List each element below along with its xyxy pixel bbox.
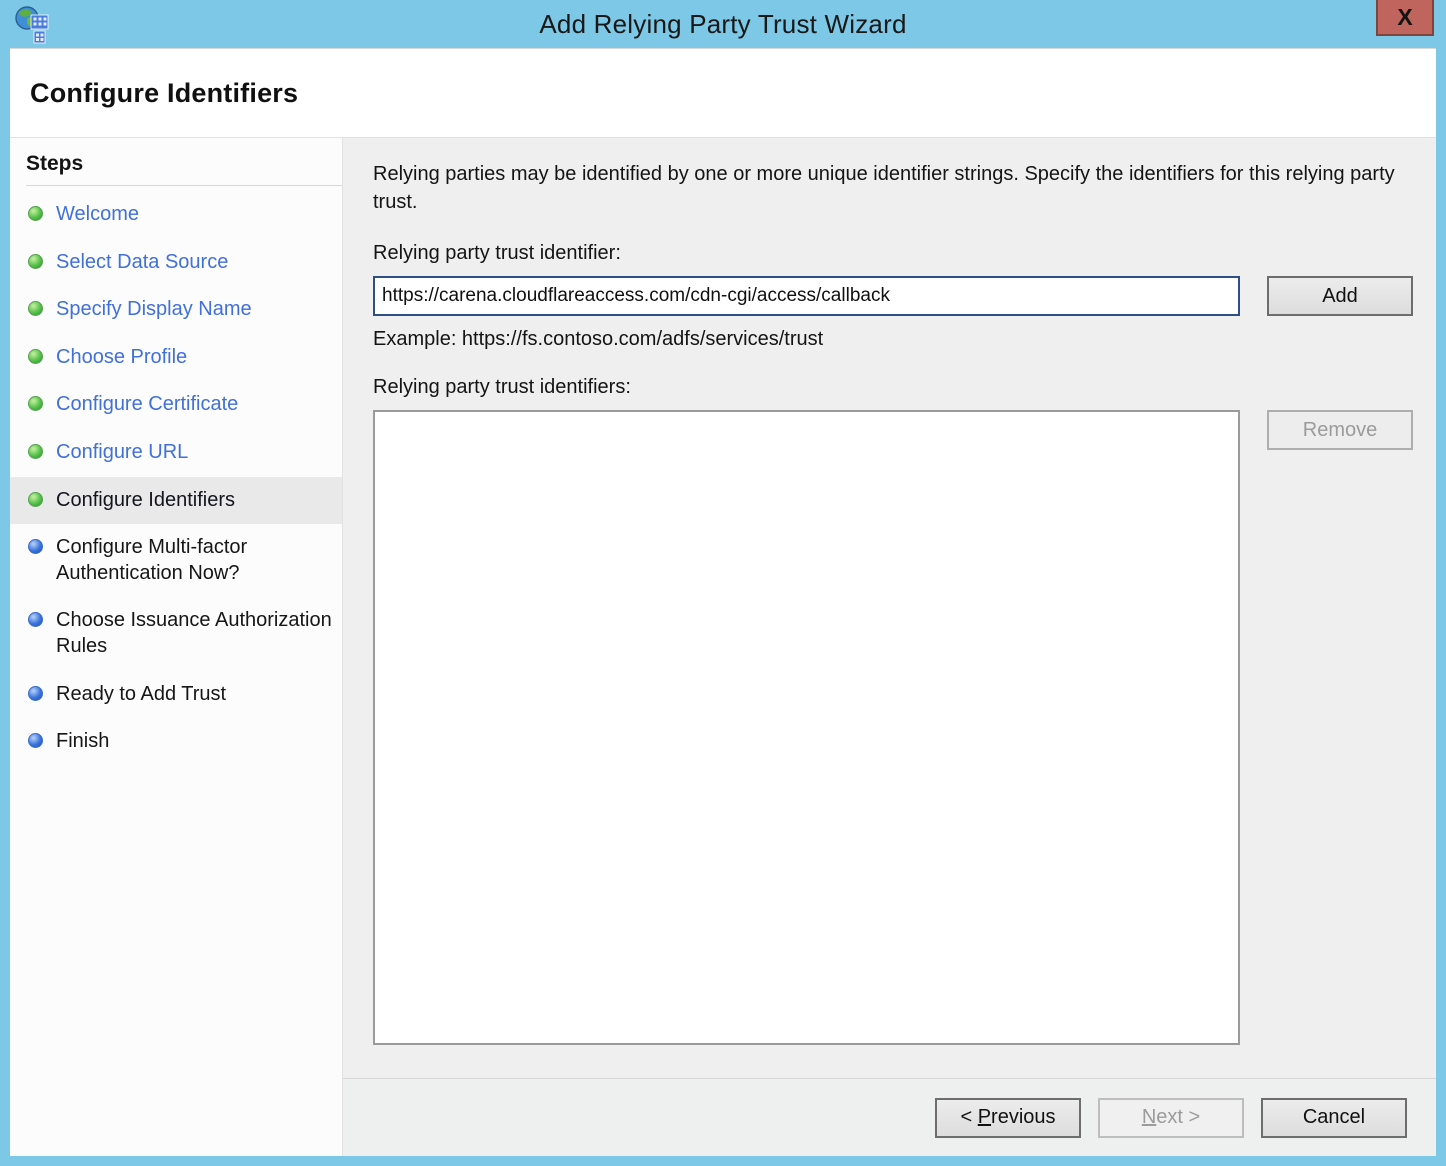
page-title: Configure Identifiers — [30, 78, 298, 109]
step-current-icon — [28, 492, 43, 507]
step-ready-to-add-trust: Ready to Add Trust — [10, 671, 342, 719]
steps-sidebar: Steps Welcome Select Data Source Specify… — [10, 138, 343, 1156]
step-done-icon — [28, 396, 43, 411]
step-configure-mfa: Configure Multi-factor Authentication No… — [10, 524, 342, 597]
step-specify-display-name[interactable]: Specify Display Name — [10, 286, 342, 334]
intro-text: Relying parties may be identified by one… — [373, 161, 1403, 216]
cancel-button[interactable]: Cancel — [1261, 1098, 1407, 1138]
page-header: Configure Identifiers — [10, 49, 1436, 138]
step-done-icon — [28, 301, 43, 316]
wizard-dialog: Configure Identifiers Steps Welcome Sele… — [10, 48, 1436, 1156]
step-choose-issuance-rules: Choose Issuance Authorization Rules — [10, 597, 342, 670]
step-welcome[interactable]: Welcome — [10, 191, 342, 239]
identifiers-listbox[interactable] — [373, 410, 1240, 1045]
configure-identifiers-panel: Relying parties may be identified by one… — [343, 138, 1436, 1078]
step-todo-icon — [28, 539, 43, 554]
step-done-icon — [28, 254, 43, 269]
step-done-icon — [28, 206, 43, 221]
step-configure-certificate[interactable]: Configure Certificate — [10, 381, 342, 429]
remove-button[interactable]: Remove — [1267, 410, 1413, 450]
wizard-footer: < Previous Next > Cancel — [343, 1078, 1436, 1156]
adfs-app-icon — [14, 6, 50, 44]
example-text: Example: https://fs.contoso.com/adfs/ser… — [373, 328, 1414, 351]
step-choose-profile[interactable]: Choose Profile — [10, 334, 342, 382]
step-configure-identifiers[interactable]: Configure Identifiers — [10, 477, 342, 525]
step-select-data-source[interactable]: Select Data Source — [10, 239, 342, 287]
step-todo-icon — [28, 686, 43, 701]
close-icon[interactable]: X — [1376, 0, 1434, 36]
identifier-field-label: Relying party trust identifier: — [373, 242, 1414, 265]
previous-button[interactable]: < Previous — [935, 1098, 1081, 1138]
step-done-icon — [28, 349, 43, 364]
step-todo-icon — [28, 612, 43, 627]
adfs-wizard-window: { "window": { "title": "Add Relying Part… — [0, 0, 1446, 1166]
step-finish: Finish — [10, 718, 342, 766]
next-button[interactable]: Next > — [1098, 1098, 1244, 1138]
window-title: Add Relying Party Trust Wizard — [539, 9, 906, 40]
window-titlebar[interactable]: Add Relying Party Trust Wizard X — [0, 0, 1446, 48]
identifiers-list-label: Relying party trust identifiers: — [373, 376, 1414, 399]
step-todo-icon — [28, 733, 43, 748]
step-configure-url[interactable]: Configure URL — [10, 429, 342, 477]
content-column: Relying parties may be identified by one… — [343, 138, 1436, 1156]
step-done-icon — [28, 444, 43, 459]
steps-heading: Steps — [26, 152, 342, 186]
steps-list: Welcome Select Data Source Specify Displ… — [10, 191, 342, 766]
add-button[interactable]: Add — [1267, 276, 1413, 316]
relying-party-identifier-input[interactable] — [373, 276, 1240, 316]
